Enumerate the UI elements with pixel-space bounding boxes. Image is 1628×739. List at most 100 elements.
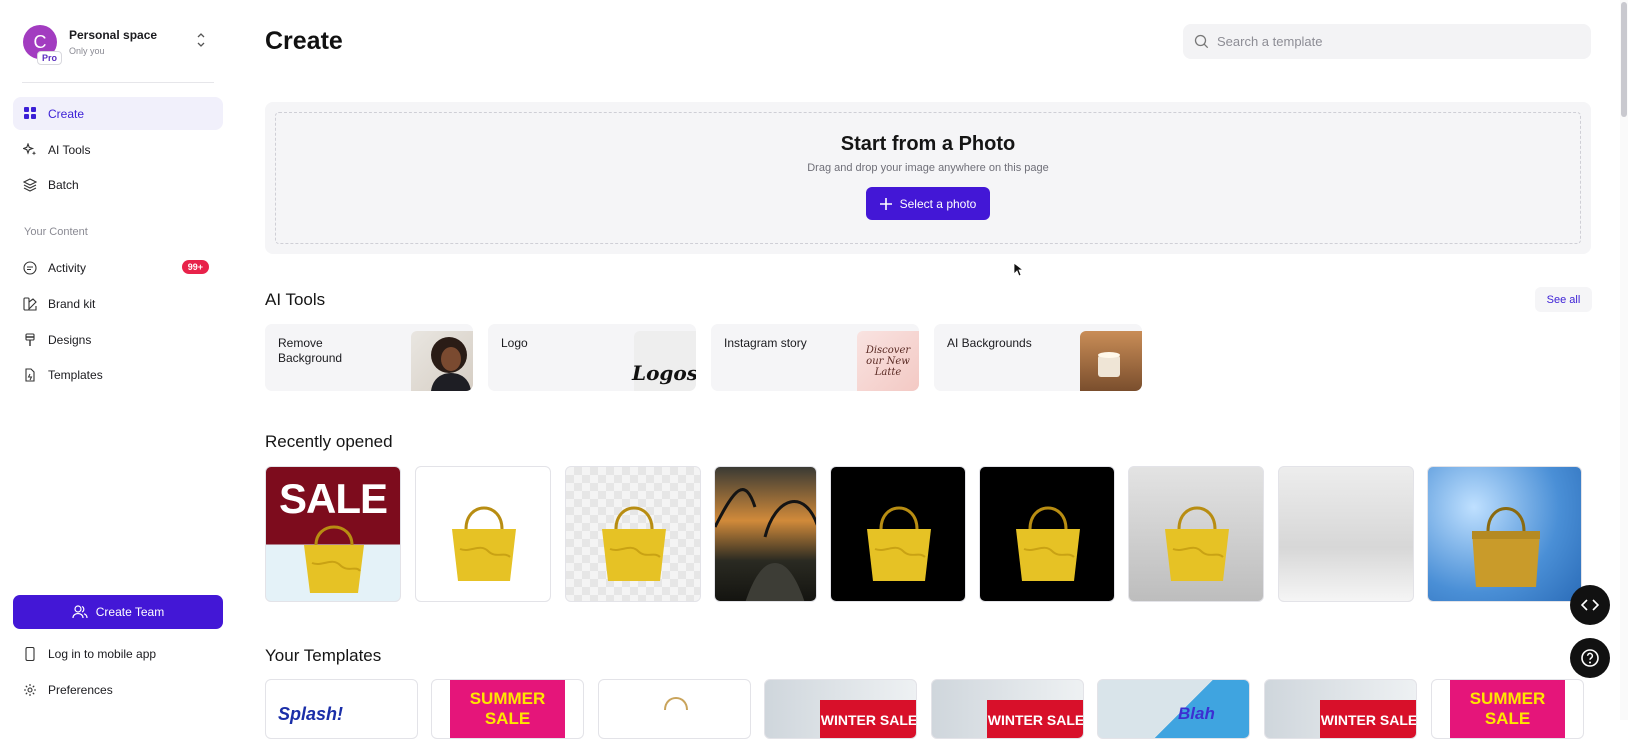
ai-tool-thumbnail: Discover our New Latte xyxy=(857,331,919,391)
section-title-recently-opened: Recently opened xyxy=(265,432,393,451)
handbag-icon xyxy=(602,506,666,581)
nav-brand-kit[interactable]: Brand kit xyxy=(13,287,223,320)
story-thumb-text: Discover our New Latte xyxy=(865,344,911,378)
template-text: Splash! xyxy=(278,704,344,724)
help-icon xyxy=(1581,649,1599,667)
avatar: C Pro xyxy=(23,25,63,65)
main-content: Create Start from a Photo Drag and drop … xyxy=(265,0,1608,739)
template-summer-sale[interactable]: SUMMER SALE xyxy=(431,679,584,739)
workspace-subtitle: Only you xyxy=(69,46,105,56)
recent-item-bag-black[interactable] xyxy=(830,466,966,602)
recent-item-bag-blue[interactable] xyxy=(1427,466,1582,602)
brush-icon xyxy=(23,332,37,347)
workspace-switcher[interactable]: C Pro Personal space Only you xyxy=(14,18,220,66)
ai-tool-remove-background[interactable]: Remove Background xyxy=(265,324,473,391)
nav-activity[interactable]: Activity 99+ xyxy=(13,251,223,284)
nav-ai-tools[interactable]: AI Tools xyxy=(13,133,223,166)
recent-item-bag-grey[interactable] xyxy=(1128,466,1264,602)
nav-batch[interactable]: Batch xyxy=(13,168,223,201)
handbag-icon xyxy=(1165,506,1229,581)
sidebar: C Pro Personal space Only you Create AI … xyxy=(0,0,234,720)
select-photo-button[interactable]: Select a photo xyxy=(865,187,991,220)
template-winter-sale-3[interactable]: WINTER SALE xyxy=(1264,679,1417,739)
nav-templates[interactable]: Templates xyxy=(13,358,223,391)
handbag-icon xyxy=(664,697,688,711)
handbag-icon xyxy=(304,525,364,593)
upload-subtitle: Drag and drop your image anywhere on thi… xyxy=(807,162,1049,174)
photo-upload-dropzone[interactable]: Start from a Photo Drag and drop your im… xyxy=(265,102,1591,254)
ai-tool-thumbnail xyxy=(411,331,473,391)
nav-label: Log in to mobile app xyxy=(48,646,157,661)
section-label-your-content: Your Content xyxy=(24,226,88,238)
handbag-icon xyxy=(1016,506,1080,581)
ai-tool-thumbnail xyxy=(1080,331,1142,391)
handbag-icon xyxy=(867,506,931,581)
palette-icon xyxy=(23,296,37,311)
template-blah[interactable]: Blah xyxy=(1097,679,1250,739)
grid-icon xyxy=(23,107,37,121)
logo-thumb-text: Logos xyxy=(632,361,696,385)
search-icon xyxy=(1194,34,1209,49)
section-title-your-templates: Your Templates xyxy=(265,646,382,665)
handbag-icon xyxy=(452,506,516,581)
ai-tool-thumbnail: Logos xyxy=(632,331,696,391)
nav-label: Batch xyxy=(48,177,79,192)
template-icon xyxy=(23,367,37,382)
create-team-button[interactable]: Create Team xyxy=(13,595,223,629)
search-bar[interactable] xyxy=(1183,24,1591,59)
ai-tool-label: Remove Background xyxy=(278,336,343,365)
select-photo-label: Select a photo xyxy=(899,196,977,211)
nav-label: Designs xyxy=(48,332,92,347)
template-text: Blah xyxy=(1178,704,1215,723)
avatar-initial: C xyxy=(33,31,47,52)
pro-badge: Pro xyxy=(37,51,63,65)
section-title-ai-tools: AI Tools xyxy=(265,290,326,309)
nav-label: Templates xyxy=(48,367,103,382)
nav-mobile-login[interactable]: Log in to mobile app xyxy=(13,637,223,670)
ai-tool-logo[interactable]: Logo Logos xyxy=(488,324,696,391)
template-text: WINTER SALE xyxy=(1320,712,1417,728)
nav-preferences[interactable]: Preferences xyxy=(13,673,223,706)
mouse-cursor-icon xyxy=(1013,262,1023,277)
recent-item-sunset[interactable] xyxy=(714,466,817,602)
help-button[interactable] xyxy=(1570,638,1610,678)
template-bag[interactable] xyxy=(598,679,751,739)
nav-label: Create xyxy=(48,106,85,121)
scrollbar[interactable] xyxy=(1620,0,1628,720)
plus-icon xyxy=(879,197,892,210)
code-icon xyxy=(1581,599,1599,611)
nav-create[interactable]: Create xyxy=(13,97,223,130)
recent-item-sale[interactable]: SALE xyxy=(265,466,401,602)
template-splash[interactable]: Splash! xyxy=(265,679,418,739)
recent-item-empty-scene[interactable] xyxy=(1278,466,1414,602)
chevron-updown-icon xyxy=(197,33,205,47)
users-icon xyxy=(72,605,88,619)
create-team-label: Create Team xyxy=(95,605,165,619)
scrollbar-thumb[interactable] xyxy=(1621,2,1627,117)
recent-item-bag-transparent[interactable] xyxy=(565,466,701,602)
phone-icon xyxy=(23,646,37,661)
chat-icon xyxy=(23,260,37,275)
nav-designs[interactable]: Designs xyxy=(13,323,223,356)
nav-label: Brand kit xyxy=(48,296,96,311)
see-all-button[interactable]: See all xyxy=(1535,287,1592,312)
template-text: WINTER SALE xyxy=(987,712,1084,728)
workspace-title: Personal space xyxy=(69,28,158,42)
template-winter-sale-2[interactable]: WINTER SALE xyxy=(931,679,1084,739)
recent-item-bag-black-2[interactable] xyxy=(979,466,1115,602)
nav-label: Activity xyxy=(48,260,87,275)
handbag-icon xyxy=(1472,507,1540,587)
ai-tool-label: Instagram story xyxy=(724,336,807,350)
nav-label: Preferences xyxy=(48,682,113,697)
template-winter-sale[interactable]: WINTER SALE xyxy=(764,679,917,739)
ai-tool-instagram-story[interactable]: Instagram story Discover our New Latte xyxy=(711,324,919,391)
ai-tool-label: Logo xyxy=(501,336,528,350)
recent-item-bag-white[interactable] xyxy=(415,466,551,602)
template-summer-sale-2[interactable]: SUMMER SALE xyxy=(1431,679,1584,739)
page-title: Create xyxy=(265,27,343,55)
embed-code-button[interactable] xyxy=(1570,585,1610,625)
search-input[interactable] xyxy=(1217,34,1577,49)
template-text: WINTER SALE xyxy=(820,712,917,728)
divider xyxy=(22,82,214,83)
ai-tool-ai-backgrounds[interactable]: AI Backgrounds xyxy=(934,324,1142,391)
